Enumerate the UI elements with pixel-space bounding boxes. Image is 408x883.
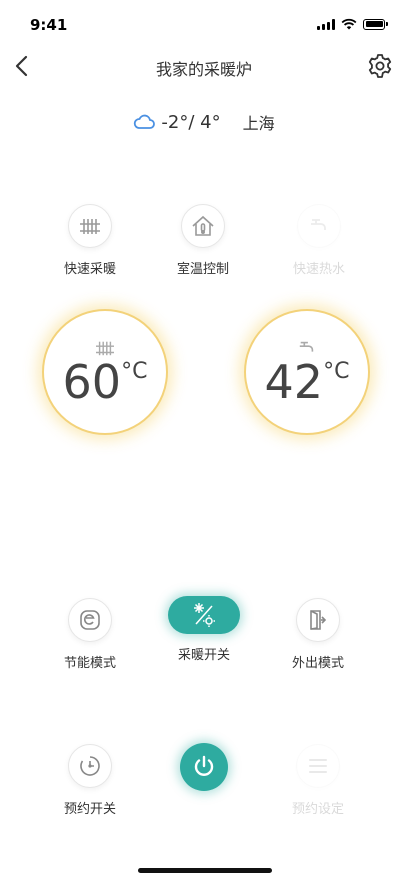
water-temp-dial[interactable]: 42°C bbox=[244, 309, 370, 435]
gear-icon[interactable] bbox=[366, 52, 394, 80]
heating-switch-button[interactable]: 采暖开关 bbox=[154, 596, 254, 663]
schedule-settings-label: 预约设定 bbox=[291, 802, 344, 817]
water-temp-value: 42 bbox=[264, 355, 324, 409]
weather-bar: -2°/ 4° 上海 bbox=[0, 110, 408, 134]
away-mode-label: 外出模式 bbox=[291, 656, 344, 671]
door-icon bbox=[296, 598, 340, 642]
page-title: 我家的采暖炉 bbox=[155, 60, 252, 79]
quick-hotwater-button[interactable]: 快速热水 bbox=[274, 204, 364, 277]
room-temp-button[interactable]: 室温控制 bbox=[158, 204, 248, 277]
heating-toggle[interactable] bbox=[168, 596, 240, 634]
signal-icon bbox=[317, 18, 335, 30]
quick-hotwater-label: 快速热水 bbox=[292, 262, 345, 277]
snow-sun-icon bbox=[194, 603, 215, 627]
faucet-icon bbox=[297, 204, 341, 248]
eco-mode-button[interactable]: 节能模式 bbox=[40, 598, 140, 671]
water-temp-unit: °C bbox=[323, 359, 350, 384]
heating-switch-label: 采暖开关 bbox=[177, 648, 230, 663]
quick-heating-label: 快速采暖 bbox=[63, 262, 116, 277]
heating-temp-unit: °C bbox=[121, 359, 148, 384]
house-thermometer-icon bbox=[181, 204, 225, 248]
away-mode-button[interactable]: 外出模式 bbox=[268, 598, 368, 671]
room-temp-label: 室温控制 bbox=[176, 262, 229, 277]
status-icons bbox=[317, 18, 388, 30]
wifi-icon bbox=[341, 18, 357, 30]
power-icon bbox=[194, 755, 214, 776]
status-time: 9:41 bbox=[30, 16, 68, 34]
heating-temp-dial[interactable]: 60°C bbox=[42, 309, 168, 435]
weather-city: 上海 bbox=[242, 114, 275, 133]
menu-icon bbox=[296, 744, 340, 788]
quick-heating-button[interactable]: 快速采暖 bbox=[45, 204, 135, 277]
schedule-switch-label: 预约开关 bbox=[63, 802, 116, 817]
heating-temp-value: 60 bbox=[62, 355, 122, 409]
eco-mode-label: 节能模式 bbox=[63, 656, 116, 671]
power-button[interactable] bbox=[180, 743, 228, 791]
radiator-icon bbox=[68, 204, 112, 248]
cloud-icon bbox=[134, 114, 156, 129]
schedule-settings-button[interactable]: 预约设定 bbox=[268, 744, 368, 817]
timer-icon bbox=[68, 744, 112, 788]
schedule-switch-button[interactable]: 预约开关 bbox=[40, 744, 140, 817]
eco-icon bbox=[68, 598, 112, 642]
battery-icon bbox=[363, 18, 385, 30]
weather-temp: -2°/ 4° bbox=[161, 111, 221, 133]
home-indicator[interactable] bbox=[138, 868, 272, 873]
